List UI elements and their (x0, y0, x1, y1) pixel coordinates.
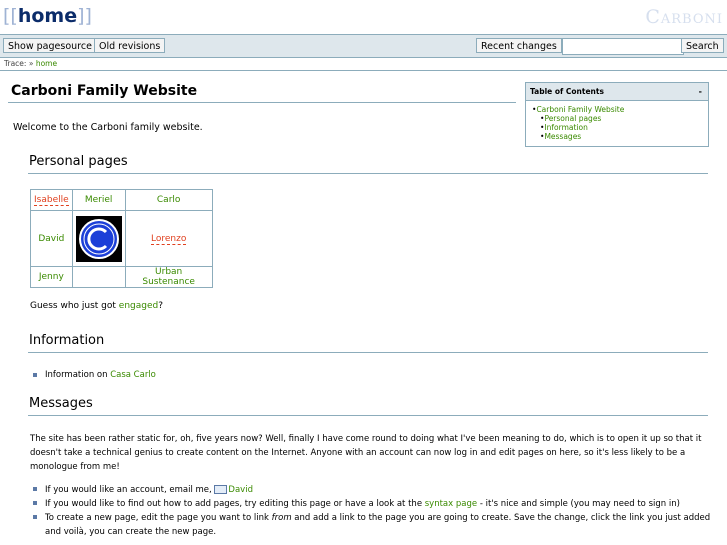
show-pagesource-button[interactable]: Show pagesource (3, 38, 97, 53)
link-carlo[interactable]: Carlo (157, 195, 181, 205)
trace-separator: » (28, 59, 34, 68)
divider (0, 70, 727, 71)
site-title[interactable]: Carboni (645, 6, 723, 28)
link-jenny[interactable]: Jenny (39, 272, 64, 282)
msg2-prefix: If you would like to find out how to add… (45, 499, 423, 509)
messages-paragraph: The site has been rather static for, oh,… (30, 434, 702, 472)
msg3-emphasis: from (271, 513, 292, 523)
toc-item[interactable]: •Information (532, 123, 702, 132)
engaged-prefix: Guess who just got (30, 301, 116, 311)
search-button[interactable]: Search (681, 38, 724, 53)
page-id-text[interactable]: home (18, 5, 77, 27)
heading-messages: Messages (29, 396, 93, 411)
information-list: Information on Casa Carlo (33, 369, 156, 381)
header: [[home]] Carboni (0, 0, 727, 34)
toc-link-personal-pages[interactable]: Personal pages (544, 114, 601, 123)
page-id-close: ]] (77, 5, 92, 27)
table-cell: Lorenzo (124, 210, 213, 267)
table-cell (71, 210, 126, 267)
link-syntax-page[interactable]: syntax page (425, 499, 477, 509)
list-item: If you would like an account, email me, … (33, 483, 713, 497)
link-engaged[interactable]: engaged (119, 301, 158, 311)
engaged-text: Guess who just got engaged? (30, 301, 163, 311)
link-urban-sustenance[interactable]: Urban Sustenance (142, 267, 195, 287)
table-cell: Urban Sustenance (124, 266, 213, 288)
link-email-david[interactable]: David (228, 485, 253, 495)
table-row: Jenny Urban Sustenance (30, 266, 213, 288)
toc-title: Table of Contents (530, 87, 604, 96)
link-david[interactable]: David (38, 234, 64, 244)
link-lorenzo[interactable]: Lorenzo (150, 233, 187, 245)
toolbar: Show pagesource Old revisions Recent cha… (0, 34, 727, 58)
toc-body: •Carboni Family Website •Personal pages … (526, 101, 708, 146)
copyright-logo-icon (78, 218, 119, 259)
link-casa-carlo[interactable]: Casa Carlo (110, 370, 156, 380)
section-divider (28, 352, 708, 353)
toc-item[interactable]: •Messages (532, 132, 702, 141)
table-of-contents: Table of Contents - •Carboni Family Webs… (525, 82, 709, 147)
breadcrumb: Trace: » home (4, 59, 57, 68)
msg1-prefix: If you would like an account, email me, (45, 485, 212, 495)
table-cell: Jenny (30, 266, 73, 288)
section-divider (28, 415, 708, 416)
trace-label: Trace: (4, 59, 27, 68)
toc-item[interactable]: •Personal pages (532, 114, 702, 123)
toc-link-carboni-family-website[interactable]: Carboni Family Website (536, 105, 624, 114)
page-id[interactable]: [[home]] (3, 5, 92, 27)
recent-changes-button[interactable]: Recent changes (476, 38, 562, 53)
heading-personal-pages: Personal pages (29, 154, 128, 169)
old-revisions-button[interactable]: Old revisions (94, 38, 166, 53)
list-item: To create a new page, edit the page you … (33, 511, 713, 539)
table-row: Isabelle Meriel Carlo (30, 189, 213, 211)
toc-item[interactable]: •Carboni Family Website (532, 105, 702, 114)
messages-list: If you would like an account, email me, … (33, 483, 713, 539)
family-table: Isabelle Meriel Carlo David Lorenzo Jenn… (30, 189, 213, 288)
table-cell: Isabelle (30, 189, 73, 211)
toc-link-messages[interactable]: Messages (544, 132, 581, 141)
intro-text: Welcome to the Carboni family website. (13, 122, 203, 133)
title-divider (8, 102, 516, 103)
toc-toggle-icon[interactable]: - (699, 83, 702, 100)
table-cell: Meriel (71, 189, 126, 211)
toc-header[interactable]: Table of Contents - (526, 83, 708, 101)
carboni-logo-image (75, 215, 122, 262)
trace-item-home[interactable]: home (36, 59, 57, 68)
info-prefix: Information on (45, 370, 108, 380)
list-item: If you would like to find out how to add… (33, 497, 713, 511)
list-item: Information on Casa Carlo (33, 369, 156, 381)
page-id-open: [[ (3, 5, 18, 27)
table-cell: David (30, 210, 73, 267)
msg2-suffix: - it's nice and simple (you may need to … (479, 499, 680, 509)
heading-information: Information (29, 333, 105, 348)
email-icon (214, 485, 228, 494)
page-title: Carboni Family Website (11, 83, 198, 99)
table-cell (71, 266, 126, 288)
toc-link-information[interactable]: Information (544, 123, 587, 132)
search-input[interactable] (562, 38, 684, 55)
engaged-suffix: ? (158, 301, 164, 311)
table-cell: Carlo (124, 189, 213, 211)
table-row: David Lorenzo (30, 210, 213, 267)
link-isabelle[interactable]: Isabelle (34, 195, 69, 206)
section-divider (28, 173, 708, 174)
link-meriel[interactable]: Meriel (85, 195, 113, 205)
msg3-part-a: To create a new page, edit the page you … (45, 513, 269, 523)
